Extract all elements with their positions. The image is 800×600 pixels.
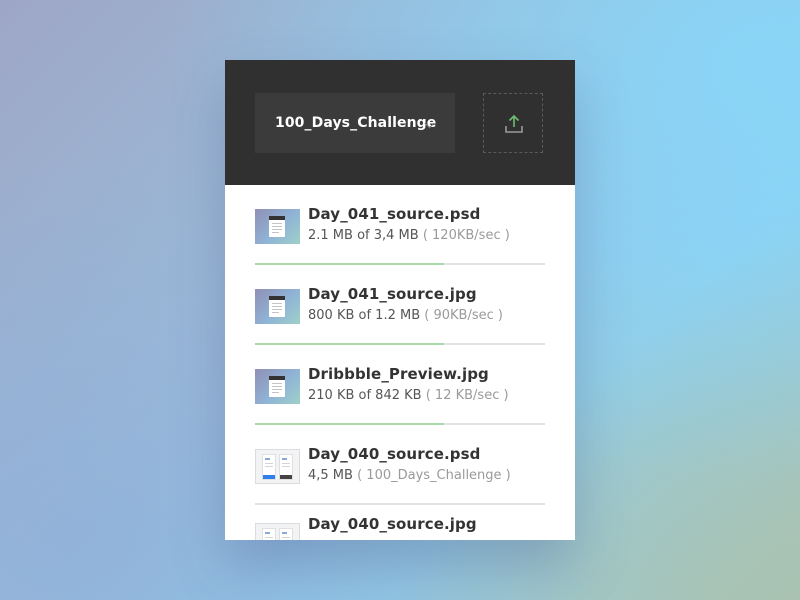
file-size-value: 2.1 MB of 3,4 MB <box>308 228 419 243</box>
file-item[interactable]: Day_041_source.jpg 800 KB of 1.2 MB ( 90… <box>225 265 575 345</box>
file-thumbnail <box>255 209 300 244</box>
file-item[interactable]: Day_040_source.jpg <box>225 505 575 540</box>
document-icon <box>269 216 285 237</box>
file-name: Day_041_source.jpg <box>308 285 477 303</box>
upload-speed: ( 12 KB/sec ) <box>425 388 509 403</box>
panel-header: 100_Days_Challenge <box>225 60 575 185</box>
file-name: Day_040_source.jpg <box>308 515 477 533</box>
file-size: 4,5 MB ( 100_Days_Challenge ) <box>308 468 511 483</box>
file-size-value: 800 KB of 1.2 MB <box>308 308 421 323</box>
file-list: Day_041_source.psd 2.1 MB of 3,4 MB ( 12… <box>225 185 575 540</box>
file-size-value: 4,5 MB <box>308 468 353 483</box>
file-thumbnail <box>255 523 300 540</box>
file-item[interactable]: Dribbble_Preview.jpg 210 KB of 842 KB ( … <box>225 345 575 425</box>
file-size-value: 210 KB of 842 KB <box>308 388 422 403</box>
file-item[interactable]: Day_040_source.psd 4,5 MB ( 100_Days_Cha… <box>225 425 575 505</box>
upload-panel: 100_Days_Challenge Day_041_source.psd 2.… <box>225 60 575 540</box>
file-thumbnail <box>255 289 300 324</box>
file-item[interactable]: Day_041_source.psd 2.1 MB of 3,4 MB ( 12… <box>225 185 575 265</box>
file-name: Day_040_source.psd <box>308 445 481 463</box>
file-thumbnail <box>255 449 300 484</box>
upload-arrow-icon <box>505 114 523 133</box>
folder-name: ( 100_Days_Challenge ) <box>357 468 511 483</box>
upload-button[interactable] <box>483 93 543 153</box>
document-icon <box>269 296 285 317</box>
upload-speed: ( 90KB/sec ) <box>424 308 503 323</box>
folder-dropdown[interactable]: 100_Days_Challenge <box>255 93 455 153</box>
upload-speed: ( 120KB/sec ) <box>422 228 510 243</box>
file-thumbnail <box>255 369 300 404</box>
file-name: Day_041_source.psd <box>308 205 481 223</box>
file-size: 210 KB of 842 KB ( 12 KB/sec ) <box>308 388 509 403</box>
folder-dropdown-label: 100_Days_Challenge <box>275 115 437 131</box>
file-size: 2.1 MB of 3,4 MB ( 120KB/sec ) <box>308 228 510 243</box>
file-size: 800 KB of 1.2 MB ( 90KB/sec ) <box>308 308 503 323</box>
file-name: Dribbble_Preview.jpg <box>308 365 489 383</box>
document-icon <box>269 376 285 397</box>
